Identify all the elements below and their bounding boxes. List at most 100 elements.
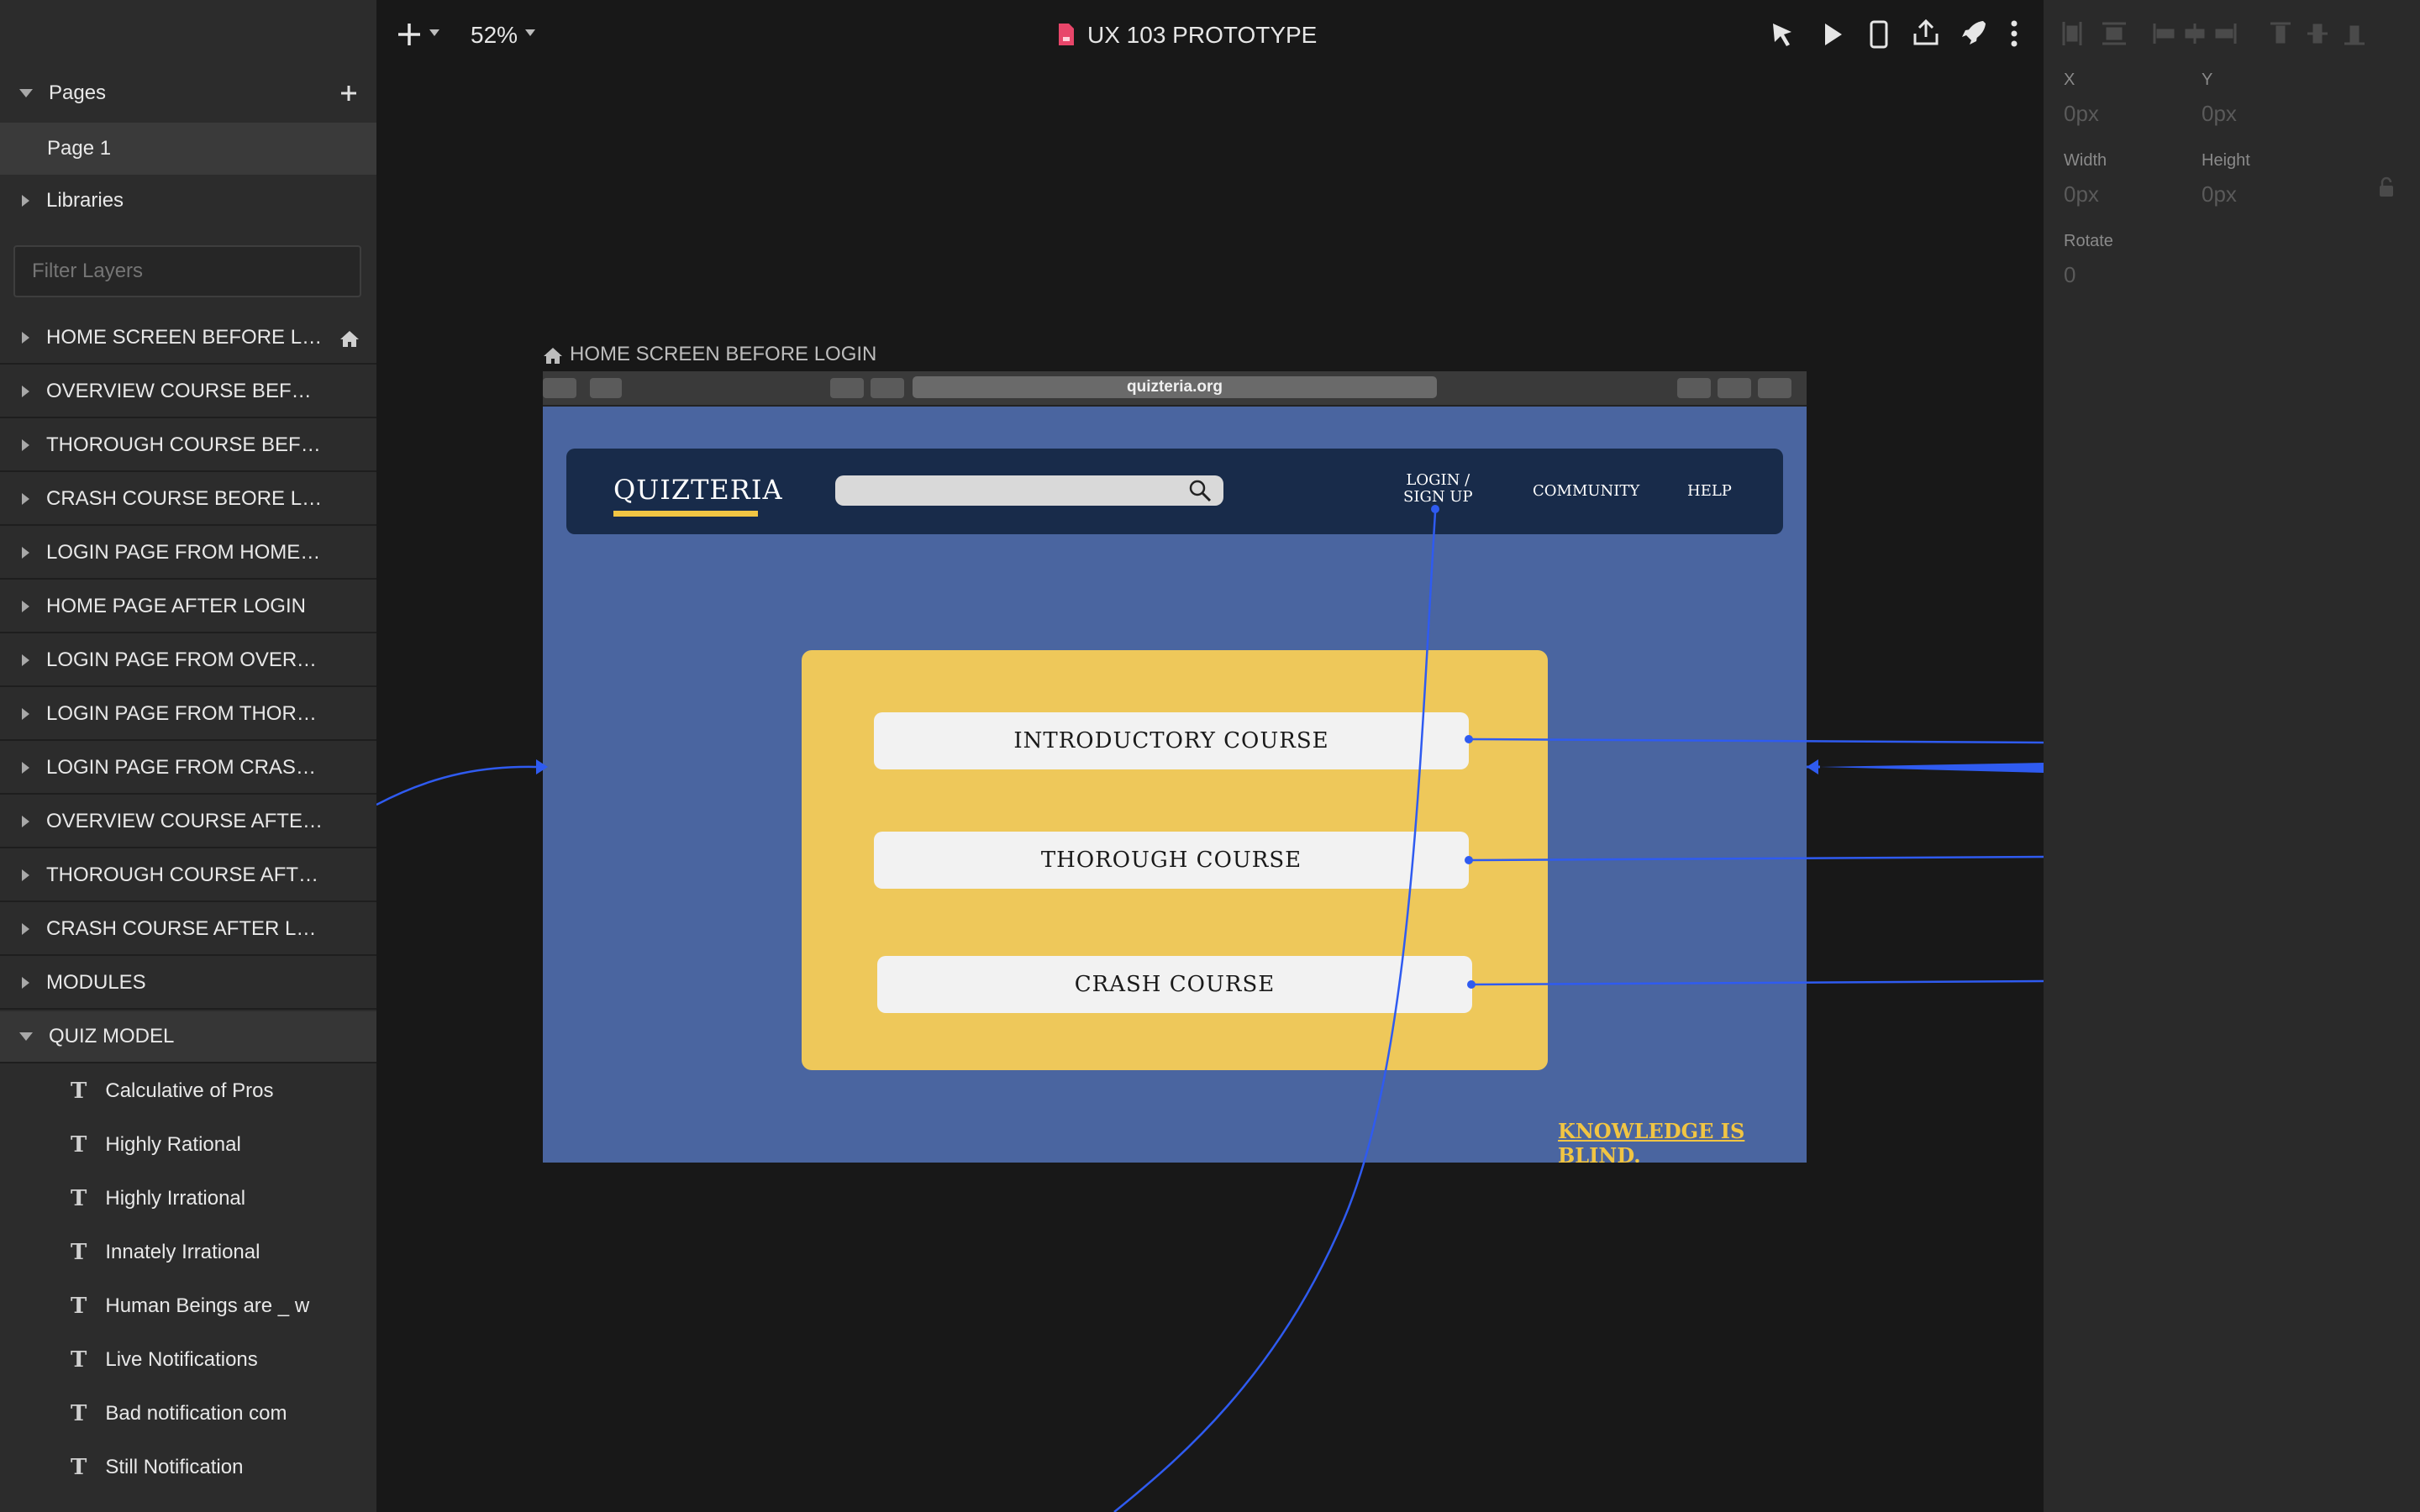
layer-item[interactable]: HOME PAGE AFTER LOGIN (0, 581, 376, 633)
layer-label: HOME PAGE AFTER LOGIN (46, 595, 306, 617)
text-layer-item[interactable]: T Human Beings are _ w (0, 1280, 376, 1332)
text-layer-icon: T (71, 1455, 87, 1480)
layer-item[interactable]: OVERVIEW COURSE BEFORE L... (0, 366, 376, 418)
text-layer-item[interactable]: T Innately Irrational (0, 1226, 376, 1278)
text-layer-item[interactable]: T Still Notification (0, 1441, 376, 1494)
libraries-item[interactable]: Libraries (0, 175, 376, 227)
chevron-right-icon[interactable] (22, 762, 29, 774)
text-layer-icon: T (71, 1132, 87, 1158)
inspector-panel: X 0px Y 0px Width 0px Height 0px Rotate … (2044, 0, 2420, 1512)
chevron-right-icon[interactable] (22, 816, 29, 827)
text-layer-label: Highly Irrational (105, 1187, 246, 1210)
chevron-right-icon[interactable] (22, 977, 29, 989)
text-layer-item[interactable]: T Bad notification com (0, 1388, 376, 1440)
layer-label: LOGIN PAGE FROM OVERVIEW ... (46, 648, 324, 671)
height-label: Height (2202, 151, 2250, 170)
chevron-right-icon[interactable] (22, 493, 29, 505)
layer-label: CRASH COURSE AFTER LOGIN (46, 917, 324, 940)
text-layer-item[interactable]: T Live Notifications (0, 1334, 376, 1386)
arrow-head-icon (1807, 759, 1818, 774)
layer-item[interactable]: OVERVIEW COURSE AFTER LO... (0, 796, 376, 848)
chevron-right-icon[interactable] (22, 869, 29, 881)
layers-sidebar: Pages Page 1 Libraries HOME SCREEN BEFOR… (0, 0, 376, 1512)
layer-label: MODULES (46, 971, 146, 994)
pages-header[interactable]: Pages (0, 67, 376, 119)
layer-item[interactable]: QUIZ MODEL (0, 1011, 376, 1063)
chevron-right-icon[interactable] (22, 654, 29, 666)
arrow-head-icon (536, 759, 548, 774)
layer-item[interactable]: LOGIN PAGE FROM OVERVIEW ... (0, 635, 376, 687)
layer-label: CRASH COURSE BEORE LOGIN (46, 487, 324, 510)
layer-item[interactable]: THOROUGH COURSE AFTER L... (0, 850, 376, 902)
text-layer-item[interactable]: T Highly Rational (0, 1119, 376, 1171)
text-layer-item[interactable]: T Highly Irrational (0, 1173, 376, 1225)
rotate-field[interactable]: 0 (2064, 262, 2075, 288)
layer-item[interactable]: MODULES (0, 958, 376, 1010)
lock-icon[interactable] (2378, 176, 2395, 198)
layer-item[interactable]: THOROUGH COURSE BEFORE ... (0, 420, 376, 472)
text-layer-icon: T (71, 1079, 87, 1104)
page-item-label: Page 1 (47, 137, 112, 160)
chevron-right-icon[interactable] (22, 547, 29, 559)
text-layer-icon: T (71, 1347, 87, 1373)
filter-layers-input[interactable] (13, 245, 361, 297)
text-layer-label: Still Notification (105, 1456, 244, 1478)
text-layer-label: Live Notifications (105, 1348, 258, 1371)
text-layer-icon: T (71, 1186, 87, 1211)
link-dot (1465, 856, 1473, 864)
x-label: X (2064, 71, 2075, 89)
height-field[interactable]: 0px (2202, 181, 2237, 207)
plus-icon[interactable] (339, 84, 358, 102)
layer-label: LOGIN PAGE FROM THOROUG... (46, 702, 324, 725)
layer-item[interactable]: CRASH COURSE AFTER LOGIN (0, 904, 376, 956)
chevron-right-icon[interactable] (22, 195, 29, 207)
layer-label: THOROUGH COURSE AFTER L... (46, 864, 324, 886)
layer-label: THOROUGH COURSE BEFORE ... (46, 433, 324, 456)
introductory-link-line (1468, 738, 2044, 744)
y-label: Y (2202, 71, 2213, 89)
x-field[interactable]: 0px (2064, 101, 2099, 127)
chevron-right-icon[interactable] (22, 386, 29, 397)
y-field[interactable]: 0px (2202, 101, 2237, 127)
text-layer-label: Calculative of Pros (105, 1079, 274, 1102)
chevron-right-icon[interactable] (22, 332, 29, 344)
layer-label: LOGIN PAGE FROM CRASH CO... (46, 756, 324, 779)
chevron-right-icon[interactable] (22, 439, 29, 451)
incoming-link-left (376, 765, 537, 806)
width-field[interactable]: 0px (2064, 181, 2099, 207)
text-layer-label: Innately Irrational (105, 1241, 260, 1263)
link-dot (1465, 735, 1473, 743)
layer-item[interactable]: LOGIN PAGE FROM HOME PAGE (0, 528, 376, 580)
width-label: Width (2064, 151, 2107, 170)
layer-item[interactable]: LOGIN PAGE FROM THOROUG... (0, 689, 376, 741)
text-layer-icon: T (71, 1240, 87, 1265)
incoming-link-right (1820, 763, 2044, 773)
layer-label: QUIZ MODEL (49, 1025, 175, 1047)
chevron-right-icon[interactable] (22, 708, 29, 720)
crash-link-line (1470, 979, 2044, 986)
link-dot (1467, 980, 1476, 989)
layer-label: OVERVIEW COURSE BEFORE L... (46, 380, 324, 402)
text-layer-item[interactable]: T Calculative of Pros (0, 1065, 376, 1117)
pages-label: Pages (49, 81, 107, 104)
chevron-down-icon[interactable] (19, 89, 33, 97)
layer-label: HOME SCREEN BEFORE LO... (46, 326, 324, 349)
text-layer-label: Bad notification com (105, 1402, 287, 1425)
layer-label: LOGIN PAGE FROM HOME PAGE (46, 541, 324, 564)
layer-item[interactable]: HOME SCREEN BEFORE LO... (0, 312, 376, 365)
layer-item[interactable]: LOGIN PAGE FROM CRASH CO... (0, 743, 376, 795)
prototype-links (376, 505, 2044, 1512)
text-layer-label: Human Beings are _ w (105, 1294, 310, 1317)
chevron-down-icon[interactable] (19, 1032, 33, 1041)
alignment-toolbar[interactable] (2060, 18, 2405, 49)
layer-item[interactable]: CRASH COURSE BEORE LOGIN (0, 474, 376, 526)
link-dot (1431, 505, 1439, 513)
layer-label: OVERVIEW COURSE AFTER LO... (46, 810, 324, 832)
page-item-page-1[interactable]: Page 1 (0, 123, 376, 175)
thorough-link-line (1468, 855, 2044, 862)
home-icon (340, 331, 359, 347)
text-layer-icon: T (71, 1401, 87, 1426)
chevron-right-icon[interactable] (22, 601, 29, 612)
chevron-right-icon[interactable] (22, 923, 29, 935)
text-layer-icon: T (71, 1294, 87, 1319)
